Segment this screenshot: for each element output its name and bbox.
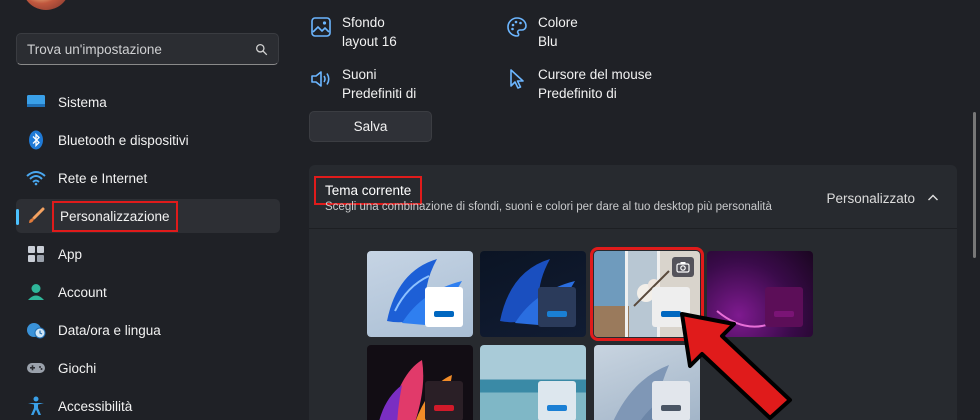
sidebar-item-label: Account: [58, 284, 107, 300]
avatar[interactable]: [22, 0, 70, 10]
sidebar-item-sistema[interactable]: Sistema: [16, 85, 280, 119]
sidebar-item-label: Giochi: [58, 360, 97, 376]
red-arrow-annotation: [680, 312, 792, 420]
sidebar-item-label: Personalizzazione: [52, 200, 178, 232]
theme-current-value: Personalizzato: [826, 191, 915, 206]
sounds-value: Predefiniti di: [342, 86, 417, 101]
palette-icon: [507, 17, 527, 37]
sidebar-item-label: Sistema: [58, 94, 107, 110]
sidebar-item-label: Data/ora e lingua: [58, 322, 161, 338]
sidebar-item-label: App: [58, 246, 83, 262]
theme-thumb-captured-motion[interactable]: [367, 345, 473, 420]
accent-bar: [434, 311, 454, 317]
sidebar-item-account[interactable]: Account: [16, 275, 280, 309]
speaker-icon: [311, 71, 330, 87]
scrollbar[interactable]: [973, 112, 976, 258]
chevron-up-icon[interactable]: [927, 192, 939, 204]
cursor-icon: [510, 69, 524, 89]
theme-swatch: [538, 381, 576, 420]
cursor-title: Cursore del mouse: [538, 67, 653, 82]
theme-thumb-windows-light[interactable]: [367, 251, 473, 337]
sidebar-item-label: Accessibilità: [58, 398, 133, 414]
sounds-property[interactable]: Suoni Predefiniti di: [309, 65, 416, 103]
sidebar-item-rete[interactable]: Rete e Internet: [16, 161, 280, 195]
image-icon: [311, 17, 331, 37]
color-value: Blu: [538, 34, 558, 49]
wifi-icon: [25, 167, 47, 189]
user-icon: [25, 281, 47, 303]
cursor-property[interactable]: Cursore del mouse Predefinito di: [505, 65, 652, 103]
search-box[interactable]: Trova un'impostazione: [16, 33, 279, 65]
color-title: Colore: [538, 15, 578, 30]
background-value: layout 16: [342, 34, 397, 49]
color-property[interactable]: Colore Blu: [505, 13, 578, 51]
theme-thumb-windows-dark[interactable]: [480, 251, 586, 337]
sidebar-item-personalizzazione[interactable]: Personalizzazione: [16, 199, 280, 233]
sidebar-item-app[interactable]: App: [16, 237, 280, 271]
save-button[interactable]: Salva: [309, 111, 432, 142]
theme-swatch: [425, 381, 463, 420]
sidebar-item-data-ora[interactable]: Data/ora e lingua: [16, 313, 280, 347]
sounds-title: Suoni: [342, 67, 377, 82]
sidebar-item-accessibilita[interactable]: Accessibilità: [16, 389, 280, 420]
globe-clock-icon: [25, 319, 47, 341]
apps-icon: [25, 243, 47, 265]
accent-bar: [547, 311, 567, 317]
active-indicator: [16, 209, 19, 225]
accent-bar: [434, 405, 454, 411]
main-content: Sfondo layout 16 Colore Blu Suoni Predef…: [300, 0, 980, 420]
brush-icon: [25, 205, 47, 227]
monitor-icon: [25, 91, 47, 113]
theme-swatch: [538, 287, 576, 327]
sidebar: Trova un'impostazione Sistema Bluetooth …: [0, 0, 290, 420]
background-title: Sfondo: [342, 15, 385, 30]
search-input[interactable]: Trova un'impostazione: [27, 42, 255, 57]
accessibility-icon: [25, 395, 47, 417]
camera-icon: [672, 257, 694, 277]
search-icon[interactable]: [255, 43, 268, 56]
sidebar-item-label: Rete e Internet: [58, 170, 148, 186]
bluetooth-icon: [25, 129, 47, 151]
sidebar-item-bluetooth[interactable]: Bluetooth e dispositivi: [16, 123, 280, 157]
accent-bar: [547, 405, 567, 411]
sidebar-item-giochi[interactable]: Giochi: [16, 351, 280, 385]
theme-thumb-sunrise[interactable]: [480, 345, 586, 420]
sidebar-item-label: Bluetooth e dispositivi: [58, 132, 189, 148]
theme-subtitle: Scegli una combinazione di sfondi, suoni…: [325, 201, 772, 213]
background-property[interactable]: Sfondo layout 16: [309, 13, 397, 51]
theme-swatch: [425, 287, 463, 327]
theme-header[interactable]: Tema corrente Scegli una combinazione di…: [309, 165, 957, 229]
cursor-value: Predefinito di: [538, 86, 617, 101]
gamepad-icon: [25, 357, 47, 379]
